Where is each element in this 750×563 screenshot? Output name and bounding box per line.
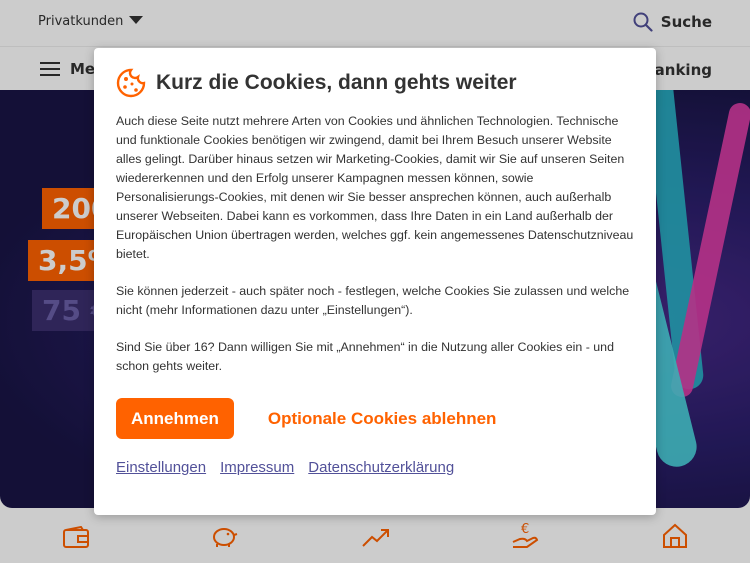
privacy-link[interactable]: Datenschutzerklärung xyxy=(308,459,454,476)
cookie-actions: Annehmen Optionale Cookies ablehnen xyxy=(116,398,634,439)
cookie-text-paragraph: Sind Sie über 16? Dann willigen Sie mit … xyxy=(116,340,614,373)
imprint-link[interactable]: Impressum xyxy=(220,459,294,476)
cookie-text-paragraph: Sie können jederzeit - auch später noch … xyxy=(116,284,630,317)
cookie-links: Einstellungen Impressum Datenschutzerklä… xyxy=(116,459,634,476)
cookie-dialog-title: Kurz die Cookies, dann gehts weiter xyxy=(156,71,517,94)
settings-link[interactable]: Einstellungen xyxy=(116,459,206,476)
cookie-dialog-header: Kurz die Cookies, dann gehts weiter xyxy=(116,68,634,98)
decline-optional-cookies-button[interactable]: Optionale Cookies ablehnen xyxy=(268,409,497,429)
accept-cookies-button[interactable]: Annehmen xyxy=(116,398,234,439)
cookie-text-paragraph: Auch diese Seite nutzt mehrere Arten von… xyxy=(116,114,634,261)
cookie-dialog: Kurz die Cookies, dann gehts weiter Auch… xyxy=(94,48,656,515)
cookie-icon xyxy=(116,68,146,98)
